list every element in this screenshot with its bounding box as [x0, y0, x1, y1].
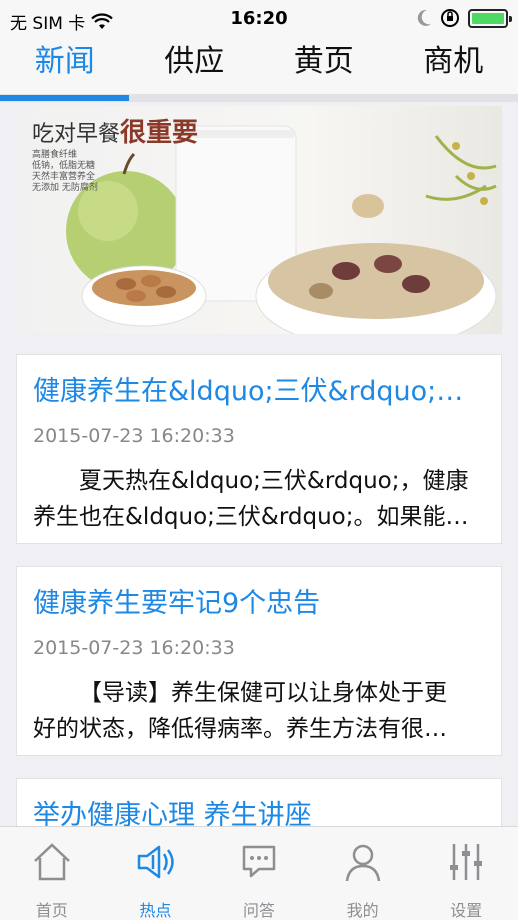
tab-business[interactable]: 商机	[389, 38, 518, 96]
rotation-lock-icon	[441, 9, 459, 27]
hot-icon	[138, 845, 175, 879]
tab-news[interactable]: 新闻	[0, 38, 130, 96]
banner-title: 吃对早餐很重要	[32, 118, 199, 148]
article-card[interactable]: 健康养生要牢记9个忠告 2015-07-23 16:20:33 【导读】养生保健…	[16, 566, 502, 756]
tab-supply[interactable]: 供应	[130, 38, 260, 96]
article-title[interactable]: 健康养生在&ldquo;三伏&rdquo;…	[33, 369, 483, 408]
article-date: 2015-07-23 16:20:33	[33, 637, 235, 659]
user-icon	[345, 844, 380, 882]
article-summary: 【导读】养生保健可以让身体处于更 好的状态，降低得病率。养生方法有很…	[33, 680, 447, 742]
article-card[interactable]: 健康养生在&ldquo;三伏&rdquo;… 2015-07-23 16:20:…	[16, 354, 502, 544]
article-date: 2015-07-23 16:20:33	[33, 425, 235, 447]
battery-icon	[468, 8, 512, 28]
article-title[interactable]: 健康养生要牢记9个忠告	[33, 581, 483, 620]
banner-image[interactable]: 吃对早餐很重要 高膳食纤维 低钠，低脂无糖 天然丰富营养全 无添加 无防腐剂	[16, 106, 502, 334]
banner-features: 高膳食纤维 低钠，低脂无糖 天然丰富营养全 无添加 无防腐剂	[32, 150, 98, 193]
bottom-tab-qa[interactable]: 问答	[207, 827, 311, 920]
category-tabs: 新闻 供应 黄页 商机	[0, 38, 518, 96]
status-bar: 无 SIM 卡 16:20	[0, 0, 518, 38]
article-summary: 夏天热在&ldquo;三伏&rdquo;，健康 养生也在&ldquo;三伏&rd…	[33, 468, 469, 530]
tab-indicator	[0, 95, 129, 101]
settings-sliders-icon	[450, 844, 483, 880]
tab-yellow-pages[interactable]: 黄页	[259, 38, 389, 96]
bottom-tab-settings[interactable]: 设置	[414, 827, 518, 920]
bottom-tab-hot[interactable]: 热点	[104, 827, 208, 920]
chat-icon	[242, 845, 276, 878]
bottom-tab-mine[interactable]: 我的	[311, 827, 415, 920]
home-icon	[33, 843, 70, 881]
bottom-tab-bar: 首页 热点 问答 我的 设置	[0, 826, 518, 920]
bottom-tab-home[interactable]: 首页	[0, 827, 104, 920]
moon-icon	[417, 9, 431, 26]
